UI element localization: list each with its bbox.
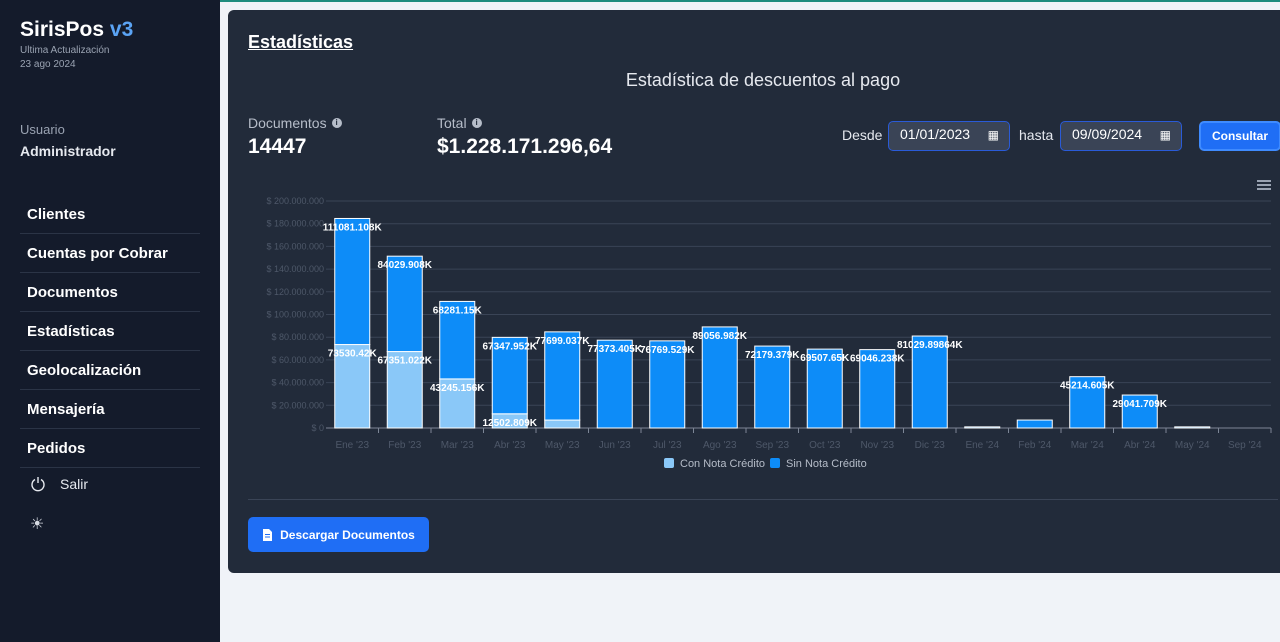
bar-con-nota-credito — [544, 419, 581, 429]
x-tick-label: Feb '24 — [1018, 440, 1051, 451]
x-tick-label: Nov '23 — [860, 440, 894, 451]
sidebar-item-estadisticas[interactable]: Estadísticas — [20, 312, 200, 351]
bar-sin-nota-credito — [701, 326, 738, 429]
data-label-sin: 45214.605K — [1060, 381, 1115, 392]
x-tick-label: Sep '23 — [755, 440, 789, 451]
x-tick-label: Ago '23 — [703, 440, 737, 451]
last-update: Ultima Actualización 23 ago 2024 — [20, 44, 109, 72]
data-label-sin: 89056.982K — [693, 331, 748, 342]
x-tick-label: Jun '23 — [599, 440, 631, 451]
data-label-sin: 84029.908K — [378, 260, 433, 271]
brand-name: SirisPos — [20, 18, 105, 41]
sidebar-item-pedidos[interactable]: Pedidos — [20, 429, 200, 468]
bar-sin-nota-credito — [334, 217, 371, 346]
data-label-sin: 111081.108K — [323, 222, 383, 233]
y-tick-label: $ 120.000.000 — [266, 287, 324, 297]
x-tick-label: Abr '24 — [1124, 440, 1156, 451]
legend-swatch-con — [664, 458, 674, 468]
y-tick-label: $ 60.000.000 — [271, 355, 324, 365]
last-update-date: 23 ago 2024 — [20, 59, 76, 70]
brand-version: v3 — [109, 18, 134, 41]
x-tick-label: Abr '23 — [494, 440, 526, 451]
x-tick-label: Mar '23 — [441, 440, 474, 451]
x-tick-label: May '23 — [545, 440, 580, 451]
bar-sin-nota-credito — [964, 426, 1001, 429]
power-icon — [31, 477, 45, 492]
user-label: Usuario — [20, 122, 65, 137]
data-label-sin: 67347.952K — [483, 341, 538, 352]
data-label-sin: 69046.238K — [850, 354, 905, 365]
bar-sin-nota-credito — [1174, 426, 1211, 429]
legend-label-con: Con Nota Crédito — [680, 458, 765, 470]
sidebar: SirisPos v3 Ultima Actualización 23 ago … — [0, 0, 220, 642]
y-tick-label: $ 200.000.000 — [266, 196, 324, 206]
y-tick-label: $ 160.000.000 — [266, 241, 324, 251]
sidebar-item-mensajeria[interactable]: Mensajería — [20, 390, 200, 429]
last-update-label: Ultima Actualización — [20, 45, 110, 56]
data-label-sin: 29041.709K — [1113, 399, 1168, 410]
x-tick-label: Ene '23 — [335, 440, 369, 451]
y-tick-label: $ 40.000.000 — [271, 378, 324, 388]
x-tick-label: May '24 — [1175, 440, 1210, 451]
logout-button[interactable]: Salir — [30, 476, 88, 492]
legend-swatch-sin — [770, 458, 780, 468]
sidebar-item-cuentas-por-cobrar[interactable]: Cuentas por Cobrar — [20, 234, 200, 273]
y-tick-label: $ 20.000.000 — [271, 400, 324, 410]
bar-sin-nota-credito — [1016, 419, 1053, 429]
x-tick-label: Ene '24 — [965, 440, 999, 451]
data-label-sin: 81029.89864K — [897, 340, 963, 351]
x-tick-label: Sep '24 — [1228, 440, 1262, 451]
y-tick-label: $ 100.000.000 — [266, 310, 324, 320]
user-name: Administrador — [20, 143, 116, 159]
sun-icon[interactable]: ☀ — [30, 514, 44, 534]
sidebar-nav: Clientes Cuentas por Cobrar Documentos E… — [20, 195, 200, 468]
sidebar-item-documentos[interactable]: Documentos — [20, 273, 200, 312]
data-label-con: 43245.156K — [430, 383, 485, 394]
y-tick-label: $ 0 — [311, 423, 324, 433]
data-label-sin: 69507.65K — [800, 353, 850, 364]
data-label-con: 12502.809K — [483, 418, 538, 429]
statistics-card: Estadísticas Estadística de descuentos a… — [228, 10, 1280, 573]
y-tick-label: $ 80.000.000 — [271, 332, 324, 342]
divider — [248, 499, 1278, 500]
data-label-sin: 77699.037K — [535, 336, 590, 347]
x-tick-label: Oct '23 — [809, 440, 841, 451]
sidebar-item-geolocalizacion[interactable]: Geolocalización — [20, 351, 200, 390]
x-tick-label: Mar '24 — [1071, 440, 1104, 451]
download-documents-button[interactable]: Descargar Documentos — [248, 517, 429, 552]
brand-logo[interactable]: SirisPos v3 — [20, 18, 133, 42]
y-tick-label: $ 180.000.000 — [266, 219, 324, 229]
sidebar-item-clientes[interactable]: Clientes — [20, 195, 200, 234]
data-label-con: 67351.022K — [378, 356, 433, 367]
data-label-sin: 76769.529K — [640, 345, 695, 356]
data-label-sin: 68281.15K — [433, 305, 483, 316]
download-label: Descargar Documentos — [280, 527, 415, 542]
x-tick-label: Dic '23 — [915, 440, 946, 451]
data-label-con: 73530.42K — [328, 349, 378, 360]
discounts-bar-chart: $ 0 $ 20.000.000 $ 40.000.000 $ 60.000.000 $… — [266, 196, 1272, 470]
legend-label-sin: Sin Nota Crédito — [786, 458, 867, 470]
y-tick-label: $ 140.000.000 — [266, 264, 324, 274]
logout-label: Salir — [60, 476, 89, 492]
x-tick-label: Jul '23 — [653, 440, 682, 451]
document-icon — [263, 528, 273, 541]
data-label-sin: 72179.379K — [745, 350, 800, 361]
data-label-sin: 77373.405K — [588, 344, 643, 355]
x-tick-label: Feb '23 — [388, 440, 421, 451]
